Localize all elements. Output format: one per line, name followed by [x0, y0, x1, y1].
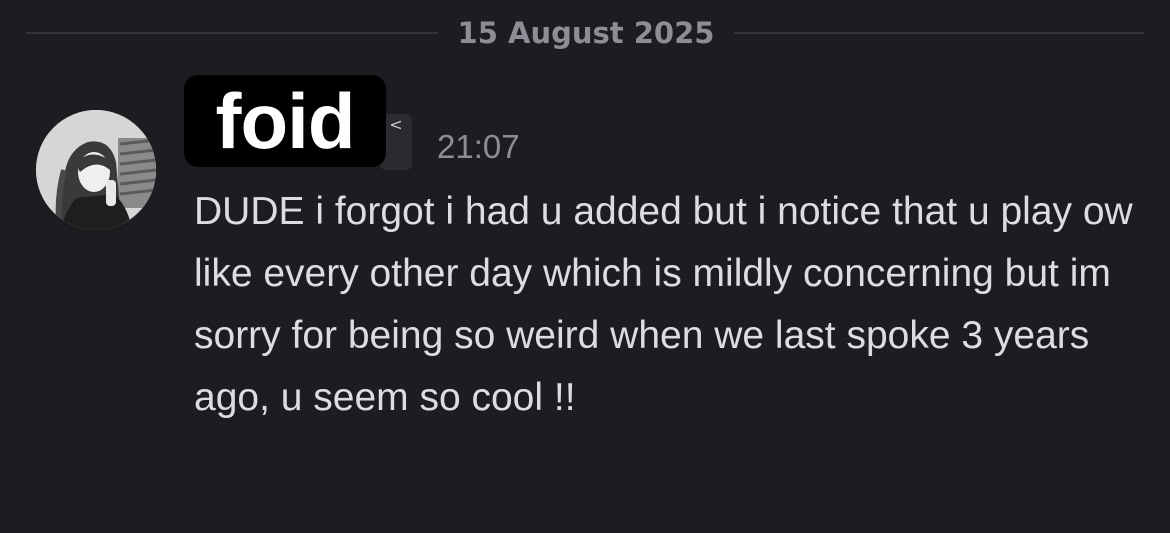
divider-line-right [734, 32, 1144, 34]
chevron-left-icon: < [389, 115, 403, 134]
date-divider-label: 15 August 2025 [457, 16, 715, 50]
date-divider: 15 August 2025 [26, 14, 1144, 52]
divider-line-left [26, 32, 438, 34]
message-timestamp: 21:07 [437, 128, 520, 165]
message-body: DUDE i forgot i had u added but i notice… [194, 190, 1133, 419]
avatar-image [36, 110, 156, 230]
message-author-name[interactable]: foid [184, 75, 386, 167]
user-avatar[interactable] [36, 110, 156, 230]
